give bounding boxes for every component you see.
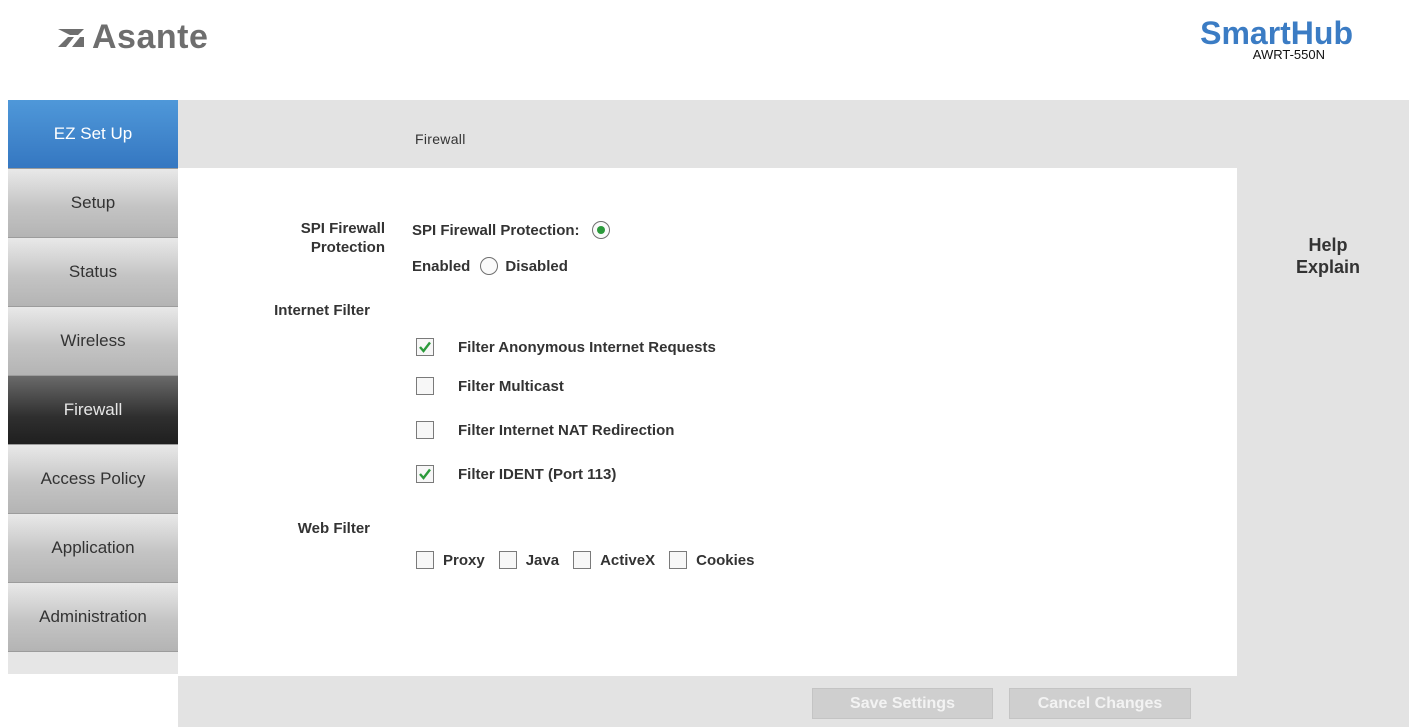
filter-multicast-checkbox[interactable] xyxy=(416,377,434,395)
asante-logo-icon xyxy=(58,28,84,47)
filter-nat-redirection-label: Filter Internet NAT Redirection xyxy=(458,421,675,439)
nav-item-administration[interactable]: Administration xyxy=(8,583,178,652)
page-title: Firewall xyxy=(415,131,466,147)
checkmark-icon xyxy=(419,341,431,353)
web-filter-proxy-checkbox[interactable] xyxy=(416,551,434,569)
brand-logo: Asante xyxy=(56,18,208,57)
spi-section-label-line1: SPI Firewall xyxy=(300,220,385,237)
spi-options-row: Enabled Disabled xyxy=(412,257,568,275)
web-filter-proxy-label: Proxy xyxy=(443,551,485,569)
web-filter-activex-label: ActiveX xyxy=(600,551,656,569)
web-filter-cookies-label: Cookies xyxy=(696,551,755,569)
nav-item-access-policy[interactable]: Access Policy xyxy=(8,445,178,514)
product-logo: SmartHub AWRT-550N xyxy=(1200,16,1353,62)
spi-enabled-label: Enabled xyxy=(412,257,471,275)
filter-anonymous-checkbox[interactable] xyxy=(416,338,434,356)
spi-enabled-radio[interactable] xyxy=(591,221,610,239)
sidebar-footer xyxy=(8,652,178,674)
product-name: SmartHub xyxy=(1200,15,1353,51)
checkmark-icon xyxy=(419,468,431,480)
nav-item-firewall[interactable]: Firewall xyxy=(8,376,178,445)
filter-nat-redirection-checkbox[interactable] xyxy=(416,421,434,439)
help-line1: Help xyxy=(1308,235,1348,255)
spi-section-label-line2: Protection xyxy=(310,239,385,256)
nav-item-status[interactable]: Status xyxy=(8,238,178,307)
filter-multicast-label: Filter Multicast xyxy=(458,377,564,395)
cancel-changes-button[interactable]: Cancel Changes xyxy=(1009,688,1191,719)
nav-item-application[interactable]: Application xyxy=(8,514,178,583)
filter-ident-row: Filter IDENT (Port 113) xyxy=(416,465,616,483)
web-filter-cookies-checkbox[interactable] xyxy=(669,551,688,569)
spi-disabled-radio[interactable] xyxy=(480,257,499,275)
nav-item-setup[interactable]: Setup xyxy=(8,169,178,238)
web-filter-activex-checkbox[interactable] xyxy=(573,551,592,569)
help-explain-link[interactable]: Help Explain xyxy=(1278,234,1378,278)
web-filter-section-label: Web Filter xyxy=(297,520,370,537)
nav-item-ez-set-up[interactable]: EZ Set Up xyxy=(8,100,178,169)
spi-field-label: SPI Firewall Protection: xyxy=(412,221,580,239)
filter-ident-checkbox[interactable] xyxy=(416,465,434,483)
filter-anonymous-row: Filter Anonymous Internet Requests xyxy=(416,338,716,356)
nav-item-wireless[interactable]: Wireless xyxy=(8,307,178,376)
filter-nat-row: Filter Internet NAT Redirection xyxy=(416,421,674,439)
spi-section-label: SPI Firewall Protection xyxy=(240,219,385,257)
web-filter-java-label: Java xyxy=(525,551,560,569)
filter-anonymous-label: Filter Anonymous Internet Requests xyxy=(458,338,716,356)
spi-field-row: SPI Firewall Protection: xyxy=(412,221,610,239)
web-filter-row: Proxy Java ActiveX Cookies xyxy=(416,551,754,569)
header: Asante SmartHub AWRT-550N xyxy=(0,0,1409,100)
brand-name: Asante xyxy=(92,18,209,56)
web-filter-java-checkbox[interactable] xyxy=(498,551,517,569)
save-settings-button[interactable]: Save Settings xyxy=(812,688,993,719)
filter-multicast-row: Filter Multicast xyxy=(416,377,564,395)
filter-ident-label: Filter IDENT (Port 113) xyxy=(458,465,617,483)
sidebar-nav: EZ Set Up Setup Status Wireless Firewall… xyxy=(8,100,178,674)
help-line2: Explain xyxy=(1295,257,1361,277)
spi-disabled-label: Disabled xyxy=(505,257,568,275)
internet-filter-section-label: Internet Filter xyxy=(274,302,370,319)
